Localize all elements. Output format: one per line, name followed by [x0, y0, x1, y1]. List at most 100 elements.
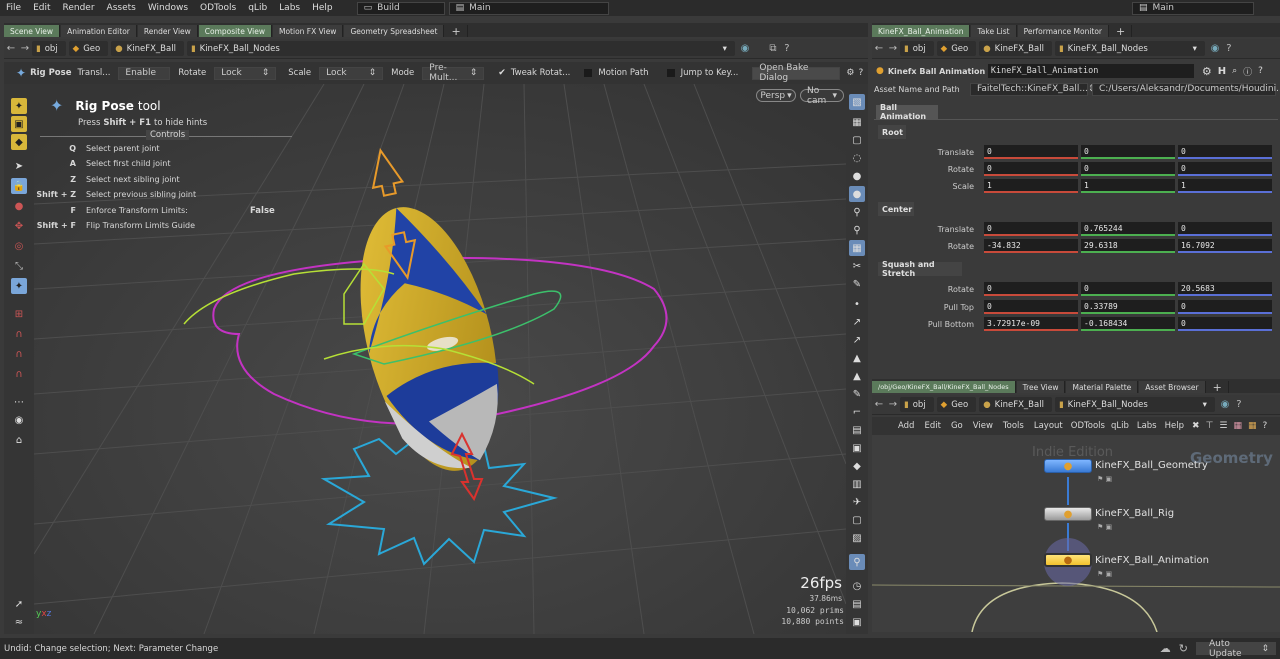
network-editor[interactable]: Indie Edition Geometry ● KineFX_Ball_Geo… — [872, 435, 1280, 632]
refresh-icon[interactable]: ↻ — [1179, 642, 1188, 655]
layers-icon[interactable]: ▥ — [849, 476, 865, 492]
brush-icon[interactable]: ✎ — [849, 276, 865, 292]
tab-tree-view[interactable]: Tree View — [1016, 381, 1066, 393]
crumb-nodes[interactable]: ▮ KineFX_Ball_Nodes ▾ — [1054, 41, 1205, 56]
scissors-icon[interactable]: ✂ — [849, 258, 865, 274]
add-tab-icon[interactable]: + — [445, 25, 468, 38]
tab-take-list[interactable]: Take List — [971, 25, 1017, 37]
menu-assets[interactable]: Assets — [101, 3, 142, 13]
param-field-y[interactable]: 0 — [1081, 162, 1175, 176]
back-icon[interactable]: ← — [872, 399, 886, 410]
crumb-obj[interactable]: ▮ obj — [900, 397, 934, 412]
square-icon[interactable]: ▢ — [849, 512, 865, 528]
node-rig[interactable]: ● — [1044, 507, 1092, 521]
menu-edit[interactable]: Edit — [27, 3, 56, 13]
paint-icon[interactable]: ▲ — [849, 350, 865, 366]
param-field-x[interactable]: 0 — [984, 222, 1078, 236]
crumb-geo[interactable]: ◆ Geo — [936, 397, 977, 412]
param-field-x[interactable]: 0 — [984, 300, 1078, 314]
param-field-x[interactable]: -34.832 — [984, 239, 1078, 253]
grid-view-icon[interactable]: ▦ — [1233, 421, 1242, 431]
gear-icon[interactable]: ⚙ — [846, 68, 854, 78]
param-field-y[interactable]: 0.33789 — [1081, 300, 1175, 314]
handle-icon[interactable]: ⊞ — [11, 306, 27, 322]
back-icon[interactable]: ← — [4, 43, 18, 54]
param-field-y[interactable]: -0.168434 — [1081, 317, 1175, 331]
crumb-nodes[interactable]: ▮ KineFX_Ball_Nodes ▾ — [1054, 397, 1215, 412]
crumb-ball[interactable]: ● KineFX_Ball — [979, 41, 1052, 56]
update-mode-select[interactable]: Auto Update ⇕ — [1196, 639, 1276, 659]
light-icon[interactable]: ◌ — [849, 150, 865, 166]
param-field-z[interactable]: 0 — [1178, 222, 1272, 236]
add-tab-icon[interactable]: + — [1207, 381, 1229, 394]
rotate-tool-icon[interactable]: ◎ — [11, 238, 27, 254]
display-icon[interactable]: ⌂ — [11, 432, 27, 448]
snap-icon[interactable]: ∩ — [11, 346, 27, 362]
param-field-y[interactable]: 29.6318 — [1081, 239, 1175, 253]
geometry-mode-icon[interactable]: ◆ — [11, 134, 27, 150]
menu-qlib[interactable]: qLib — [242, 3, 273, 13]
param-field-y[interactable]: 0 — [1081, 282, 1175, 296]
search-icon[interactable]: ⌕ — [1232, 66, 1237, 76]
persp-menu[interactable]: Persp ▾ — [756, 89, 796, 102]
select-mode-icon[interactable]: ✦ — [11, 98, 27, 114]
secure-icon[interactable]: ● — [11, 198, 27, 214]
h-icon[interactable]: H — [1218, 66, 1226, 77]
menu-view[interactable]: View — [973, 421, 993, 431]
pin-icon[interactable]: ◉ — [738, 43, 752, 54]
bucket-icon[interactable]: ▲ — [849, 368, 865, 384]
shading-icon[interactable]: ▧ — [849, 94, 865, 110]
param-field-y[interactable]: 0.765244 — [1081, 222, 1175, 236]
scale-tool-icon[interactable]: ⤡ — [11, 258, 27, 274]
box-icon[interactable]: ▣ — [849, 440, 865, 456]
help-icon[interactable]: ? — [1263, 421, 1268, 431]
link-icon[interactable]: ⧉ — [766, 43, 780, 54]
param-field-x[interactable]: 1 — [984, 179, 1078, 193]
diamond-icon[interactable]: ◆ — [849, 458, 865, 474]
translate-select[interactable]: Enable — [118, 66, 171, 80]
tube-icon[interactable]: ▤ — [849, 422, 865, 438]
param-field-z[interactable]: 0 — [1178, 317, 1272, 331]
param-field-x[interactable]: 3.72917e-09 — [984, 317, 1078, 331]
menu-odtools[interactable]: ODTools — [194, 3, 242, 13]
menu-help[interactable]: Help — [306, 3, 339, 13]
camera-icon[interactable]: ◉ — [11, 412, 27, 428]
gear-icon[interactable]: ⚙ — [1202, 65, 1212, 78]
param-field-x[interactable]: 0 — [984, 162, 1078, 176]
tab-composite-view[interactable]: Composite View — [198, 25, 272, 37]
folder-tab-ball-animation[interactable]: Ball Animation — [876, 103, 938, 121]
dot-icon[interactable]: • — [849, 296, 865, 312]
param-field-z[interactable]: 1 — [1178, 179, 1272, 193]
scene-viewport[interactable]: ✦ Rig Pose tool Press Shift + F1 to hide… — [34, 84, 846, 634]
right-workspace-select[interactable]: ▤ Main — [1132, 1, 1254, 15]
tree-icon[interactable]: ⊤ — [1206, 421, 1214, 431]
tweak-checkbox[interactable]: ✔ — [498, 68, 506, 78]
add-tab-icon[interactable]: + — [1110, 25, 1133, 38]
tab-animation-editor[interactable]: Animation Editor — [61, 25, 137, 37]
back-icon[interactable]: ← — [872, 43, 886, 54]
help-icon[interactable]: ? — [1232, 399, 1246, 410]
magnet-icon[interactable]: ∩ — [11, 326, 27, 342]
pin-icon[interactable]: ◉ — [1218, 399, 1232, 410]
bulb-icon[interactable]: ⚲ — [849, 222, 865, 238]
sphere-icon[interactable]: ● — [849, 168, 865, 184]
tab-geometry-spreadsheet[interactable]: Geometry Spreadsheet — [344, 25, 445, 37]
motion-path-checkbox[interactable] — [584, 69, 593, 77]
menu-odtools[interactable]: ODTools — [1071, 421, 1105, 431]
help-icon[interactable]: ? — [1222, 43, 1236, 54]
open-bake-dialog-button[interactable]: Open Bake Dialog — [752, 63, 841, 83]
pen-icon[interactable]: ↗ — [849, 314, 865, 330]
mode-select[interactable]: Pre-Mult... ⇕ — [422, 63, 485, 83]
node-animation[interactable]: ● — [1044, 553, 1092, 567]
camera-menu[interactable]: No cam ▾ — [800, 86, 844, 106]
forward-icon[interactable]: → — [886, 399, 900, 410]
param-field-x[interactable]: 0 — [984, 282, 1078, 296]
scale-select[interactable]: Lock ⇕ — [319, 66, 384, 80]
menu-qlib[interactable]: qLib — [1111, 421, 1129, 431]
lock-view-icon[interactable]: ▢ — [849, 132, 865, 148]
menu-file[interactable]: File — [0, 3, 27, 13]
crumb-obj[interactable]: ▮ obj — [32, 41, 66, 56]
help-icon[interactable]: ? — [780, 43, 794, 54]
stack-icon[interactable]: ▤ — [849, 596, 865, 612]
arrow-select-icon[interactable]: ➤ — [11, 158, 27, 174]
